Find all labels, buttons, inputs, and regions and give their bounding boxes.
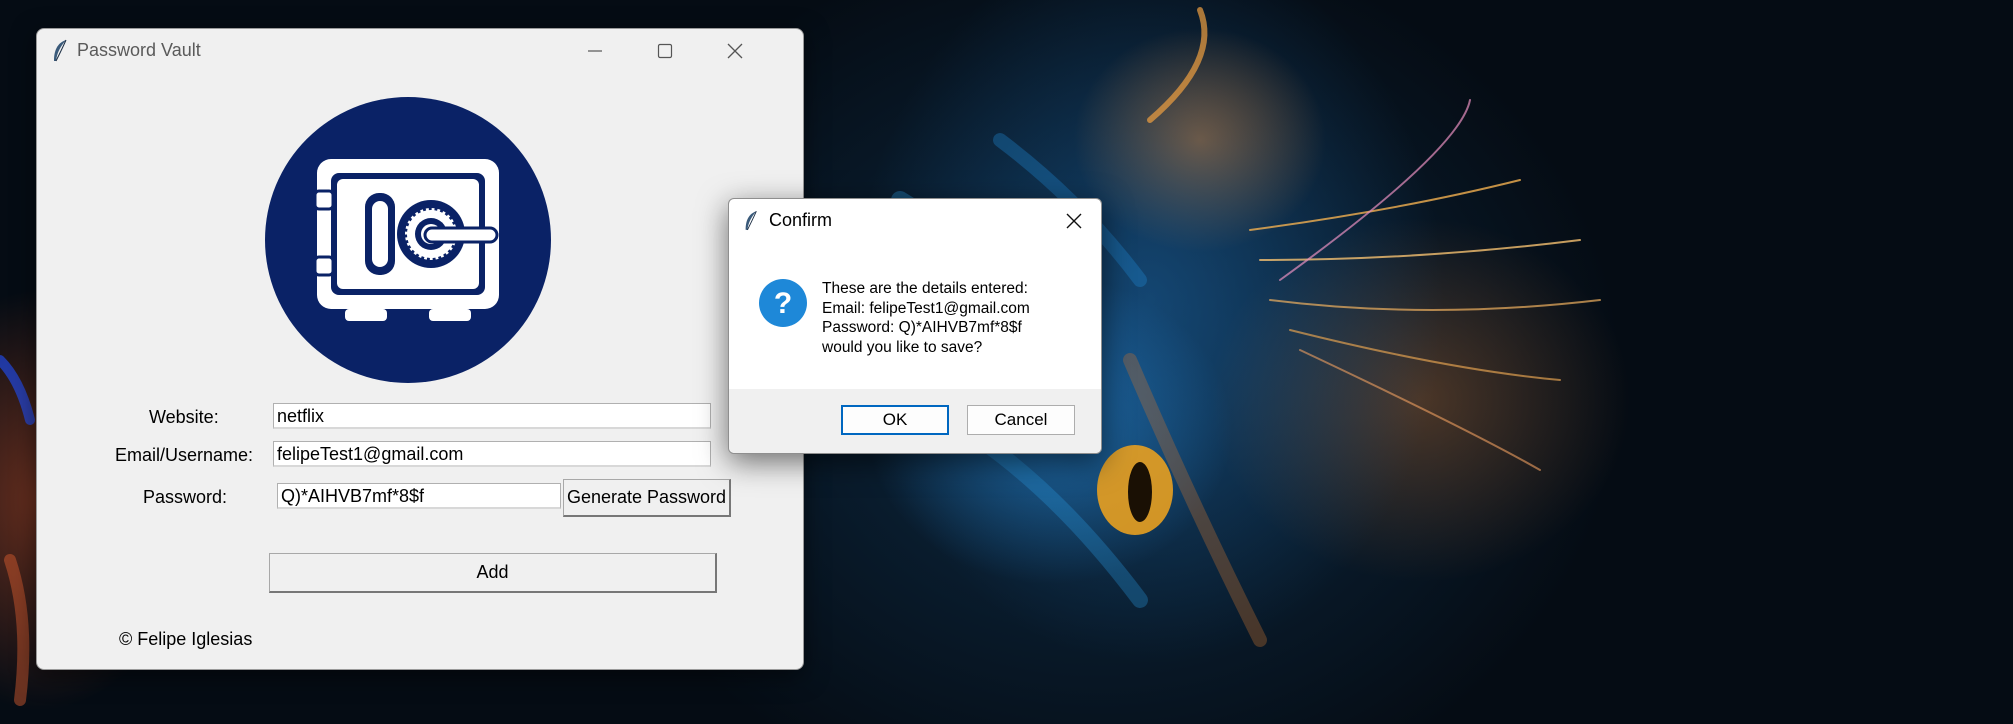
maximize-icon <box>657 43 673 59</box>
ok-button[interactable]: OK <box>841 405 949 435</box>
copyright-text: © Felipe Iglesias <box>119 629 253 649</box>
dialog-titlebar[interactable]: Confirm <box>729 199 1101 243</box>
confirm-dialog: Confirm ? These are the details entered:… <box>728 198 1102 454</box>
window-titlebar[interactable]: Password Vault <box>37 29 803 73</box>
close-button[interactable] <box>700 29 770 73</box>
minimize-icon <box>588 50 602 52</box>
email-label: Email/Username: <box>115 445 254 465</box>
password-vault-window: Password Vault Website: netflix Email/Us… <box>36 28 804 670</box>
website-label: Website: <box>149 407 219 427</box>
maximize-button[interactable] <box>630 29 700 73</box>
window-title: Password Vault <box>77 40 201 60</box>
message-line: Password: Q)*AIHVB7mf*8$f <box>822 319 1022 336</box>
cancel-button[interactable]: Cancel <box>967 405 1075 435</box>
message-line: would you like to save? <box>822 338 983 356</box>
add-button[interactable]: Add <box>269 553 717 593</box>
feather-icon <box>54 39 67 62</box>
close-icon <box>727 43 743 59</box>
dialog-button-bar: OK Cancel <box>729 389 1101 453</box>
message-line: Email: felipeTest1@gmail.com <box>822 299 1030 317</box>
email-input[interactable]: felipeTest1@gmail.com <box>273 441 711 467</box>
dialog-close-button[interactable] <box>1047 199 1101 243</box>
svg-text:?: ? <box>774 287 792 320</box>
close-icon <box>1066 213 1082 229</box>
password-label: Password: <box>143 487 228 507</box>
message-line: These are the details entered: <box>822 280 1028 297</box>
website-input[interactable]: netflix <box>273 403 711 429</box>
dialog-message: These are the details entered: Email: fel… <box>822 279 1030 357</box>
generate-password-button[interactable]: Generate Password <box>563 479 731 517</box>
feather-icon <box>745 211 757 231</box>
password-input[interactable]: Q)*AIHVB7mf*8$f <box>277 483 561 509</box>
dialog-title: Confirm <box>769 210 833 230</box>
minimize-button[interactable] <box>560 29 630 73</box>
question-icon: ? <box>759 279 807 327</box>
safe-icon <box>265 97 551 383</box>
